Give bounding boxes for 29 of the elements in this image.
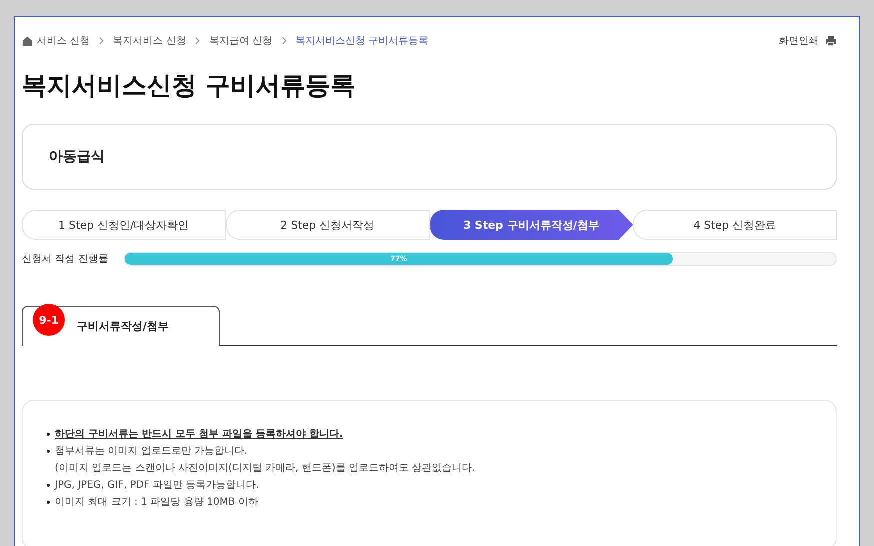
breadcrumb-link[interactable]: 복지서비스 신청: [113, 34, 186, 48]
chevron-icon: [282, 37, 287, 45]
notice-text: JPG, JPEG, GIF, PDF 파일만 등록가능합니다.: [55, 479, 260, 492]
breadcrumb-link[interactable]: 복지급여 신청: [209, 34, 273, 48]
breadcrumb-link[interactable]: 복지서비스신청 구비서류등록: [296, 34, 429, 48]
step-tab[interactable]: 4 Step 신청완료: [633, 210, 837, 240]
tab-label: 구비서류작성/첨부: [77, 319, 170, 334]
step-tab[interactable]: 3 Step 구비서류작성/첨부: [430, 210, 634, 240]
bullet-icon: [47, 501, 50, 504]
page-title: 복지서비스신청 구비서류등록: [22, 70, 357, 102]
step-tab[interactable]: 1 Step 신청인/대상자확인: [22, 210, 226, 240]
section-tab[interactable]: 9-1 구비서류작성/첨부: [22, 306, 220, 346]
bullet-icon: [47, 433, 50, 436]
chevron-icon: [99, 37, 104, 45]
chevron-icon: [195, 37, 200, 45]
breadcrumb-link[interactable]: 서비스 신청: [37, 34, 90, 48]
service-name: 아동급식: [49, 148, 105, 166]
print-button[interactable]: 화면인쇄: [779, 34, 837, 48]
home-icon: [22, 36, 33, 46]
notice-text: 이미지 최대 크기 : 1 파일당 용량 10MB 이하: [55, 496, 258, 509]
printer-icon: [825, 35, 837, 47]
progress-label: 신청서 작성 진행률: [22, 253, 108, 266]
notice-text: 하단의 구비서류는 반드시 모두 첨부 파일을 등록하셔야 합니다.: [55, 428, 344, 441]
bullet-icon: [47, 484, 50, 487]
bullet-icon: [47, 450, 50, 453]
step-number-badge: 9-1: [33, 304, 65, 336]
notice-text: 첨부서류는 이미지 업로드로만 가능합니다.: [55, 445, 249, 458]
notice-text: (이미지 업로드는 스캔이나 사진이미지(디지털 카메라, 핸드폰)를 업로드하여도 상관없습니다.: [55, 462, 476, 475]
step-tab[interactable]: 2 Step 신청서작성: [226, 210, 430, 240]
